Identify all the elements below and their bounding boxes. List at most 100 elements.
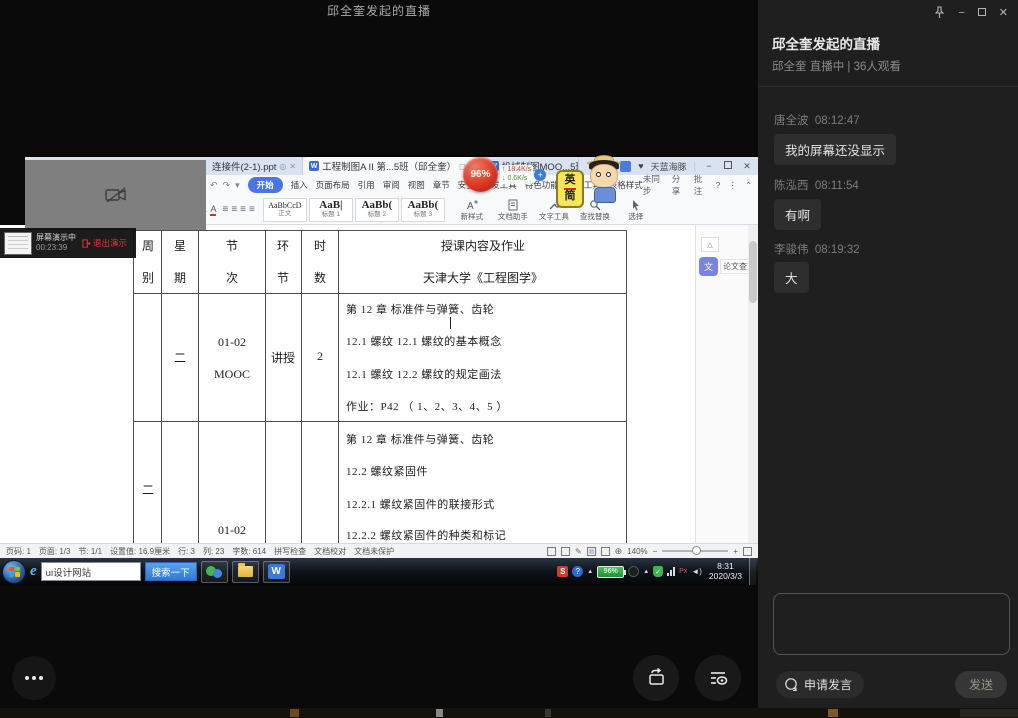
close-button[interactable]: ✕	[999, 6, 1008, 19]
help-icon[interactable]: ?	[716, 180, 721, 190]
proofread-toggle[interactable]: 文档校对	[314, 546, 346, 557]
network-signal-icon[interactable]	[667, 567, 675, 576]
collapse-panel-button[interactable]: △	[701, 237, 719, 252]
taskbar-app-messenger[interactable]	[201, 561, 228, 583]
help-tray-icon[interactable]: ?	[572, 566, 583, 577]
collapse-ribbon-icon[interactable]: ⌃	[745, 180, 752, 191]
wps-maximize-button[interactable]	[722, 161, 734, 171]
zoom-slider-knob[interactable]	[692, 546, 701, 555]
menu-references[interactable]: 引用	[358, 179, 375, 191]
taskbar-clock[interactable]: 8:31 2020/3/3	[706, 562, 745, 582]
edit-view-icon[interactable]: ✎	[575, 547, 582, 556]
zoom-slider[interactable]	[662, 550, 728, 552]
minimize-button[interactable]: −	[958, 7, 964, 19]
tray-expand-icon[interactable]: ▲	[643, 569, 649, 575]
sync-status[interactable]: 未同步	[643, 173, 664, 197]
style-normal[interactable]: AaBbCcD 正文	[263, 198, 307, 222]
more-options-button[interactable]	[12, 656, 56, 700]
send-button[interactable]: 发送	[955, 671, 1007, 698]
ie-browser-icon[interactable]: e	[30, 563, 37, 580]
search-go-button[interactable]: 搜索一下	[145, 562, 197, 581]
show-desktop-button[interactable]	[749, 558, 756, 585]
maximize-button[interactable]	[978, 7, 986, 19]
align-right-icon[interactable]: ≡	[240, 204, 246, 215]
screen-corner	[0, 155, 25, 225]
speed-ball-percent[interactable]: 96%	[463, 157, 498, 192]
translate-bubble[interactable]: 英 简	[556, 170, 584, 208]
share-button[interactable]: 分享	[672, 173, 686, 197]
outline-view-icon[interactable]	[561, 547, 570, 556]
message-author-time: 唐全波 08:12:47	[774, 112, 860, 128]
tab-close-icon[interactable]: ✕	[289, 162, 296, 171]
menu-review[interactable]: 审阅	[383, 179, 400, 191]
bubble-text: 英	[565, 174, 576, 188]
wps-tab-ppt[interactable]: 连接件(2-1).ppt ◎ ✕	[206, 157, 303, 175]
comment-button[interactable]: 批注	[694, 173, 708, 197]
message-text: 我的屏幕还没显示	[785, 144, 885, 158]
caret-down-icon[interactable]: ▾	[235, 180, 240, 191]
sogou-icon[interactable]: S	[557, 566, 568, 577]
statusbar-right: ✎ ⊕ 140% − +	[547, 546, 752, 557]
wps-icon: W	[268, 564, 285, 579]
toggle-list-view-button[interactable]	[695, 655, 741, 701]
raise-hand-button[interactable]: 申请发言	[776, 671, 864, 698]
net-speeds: ↑ 18.4K/s ↓ 0.6K/s	[500, 165, 533, 184]
start-button[interactable]	[2, 560, 26, 584]
scrollbar-thumb[interactable]	[749, 241, 757, 303]
redo-icon[interactable]: ↷	[223, 180, 231, 191]
spellcheck-toggle[interactable]: 拼写检查	[274, 546, 306, 557]
style-heading1[interactable]: AaB| 标题 1	[309, 198, 353, 222]
eye-protect-icon[interactable]: ⊕	[615, 546, 623, 557]
font-color-icon[interactable]: A	[210, 204, 216, 216]
taskbar-app-explorer[interactable]	[232, 561, 259, 583]
pin-icon[interactable]	[934, 6, 945, 19]
zoom-in-icon[interactable]: +	[733, 547, 738, 556]
line-spacing-icon[interactable]: ≡	[249, 204, 255, 215]
new-style-button[interactable]: A 新样式	[455, 199, 489, 221]
web-view-icon[interactable]	[601, 547, 610, 556]
menu-home[interactable]: 开始	[248, 177, 283, 193]
undo-icon[interactable]: ↶	[210, 180, 218, 191]
wps-minimize-button[interactable]: −	[703, 161, 715, 171]
shinchan-pet-sticker[interactable]: 英 简	[556, 158, 634, 210]
vertical-scrollbar[interactable]	[748, 225, 758, 543]
table-gridline	[198, 231, 199, 543]
network-error-icon[interactable]: Px	[679, 568, 687, 575]
cartoon-eye	[606, 172, 611, 177]
wps-tab-doc-active[interactable]: W 工程制图A II 第...5班（邱全奎） ◻ ✕	[303, 157, 482, 175]
volume-icon[interactable]: ◄)	[691, 567, 702, 576]
zoom-out-icon[interactable]: −	[653, 547, 658, 556]
zoom-level[interactable]: 140%	[627, 547, 647, 556]
chat-message-input[interactable]	[773, 593, 1010, 655]
tab-pin-icon[interactable]: ◎	[279, 162, 286, 171]
menu-section[interactable]: 章节	[433, 179, 450, 191]
security-shield-icon[interactable]: ✓	[653, 566, 663, 577]
align-center-icon[interactable]: ≡	[231, 204, 237, 215]
menu-insert[interactable]: 插入	[291, 179, 308, 191]
skin-label[interactable]: 天蓝海豚	[651, 160, 687, 173]
align-left-icon[interactable]: ≡	[222, 204, 228, 215]
print-view-icon[interactable]	[587, 547, 596, 556]
switch-layout-button[interactable]	[633, 655, 679, 701]
add-icon[interactable]: +	[534, 169, 546, 181]
folder-icon	[238, 566, 253, 577]
exit-presentation-button[interactable]: 退出演示	[82, 237, 127, 249]
battery-indicator[interactable]: 96%	[597, 566, 624, 578]
style-heading2[interactable]: AaBb( 标题 2	[355, 198, 399, 222]
message-bubble: 有啊	[774, 199, 821, 230]
fullread-view-icon[interactable]	[547, 547, 556, 556]
menu-view[interactable]: 视图	[408, 179, 425, 191]
style-heading3[interactable]: AaBb( 标题 3	[401, 198, 445, 222]
share-preview-thumbnail[interactable]	[4, 232, 32, 255]
taskbar-search-input[interactable]: ui设计网站	[41, 562, 141, 581]
fit-page-icon[interactable]	[743, 547, 752, 556]
theme-tray-icon[interactable]	[628, 566, 639, 577]
menu-page-layout[interactable]: 页面布局	[316, 179, 350, 191]
wps-close-button[interactable]: ✕	[741, 161, 753, 172]
speed-ball-widget[interactable]: 96% ↑ 18.4K/s ↓ 0.6K/s +	[463, 157, 546, 192]
tray-expand-icon[interactable]: ▲	[587, 569, 593, 575]
more-icon[interactable]: ⋮	[728, 180, 737, 191]
doc-assistant-button[interactable]: 文档助手	[496, 199, 530, 221]
protect-status[interactable]: 文档未保护	[354, 546, 394, 557]
taskbar-app-wps[interactable]: W	[263, 561, 290, 583]
